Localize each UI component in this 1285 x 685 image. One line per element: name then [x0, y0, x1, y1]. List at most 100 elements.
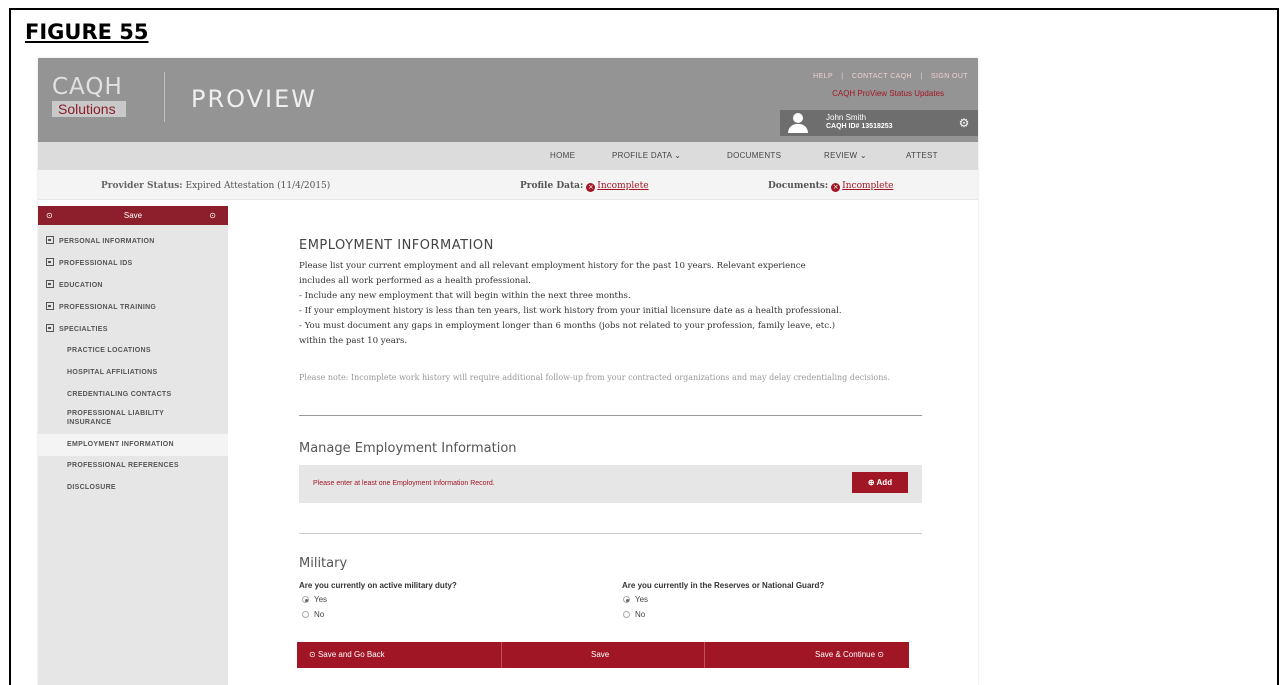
add-button[interactable]: ⊕ Add	[852, 472, 908, 493]
sidebar-item-professional-liability[interactable]: PROFESSIONAL LIABILITY INSURANCE	[38, 409, 228, 427]
sidebar-item-specialties[interactable]: SPECIALTIES	[38, 324, 228, 334]
nav-attest[interactable]: ATTEST	[906, 151, 938, 160]
sidebar-item-professional-training[interactable]: PROFESSIONAL TRAINING	[38, 302, 228, 312]
logo-divider	[164, 72, 165, 122]
provider-status-label: Provider Status:	[101, 181, 183, 191]
radio-empty-icon	[623, 611, 630, 618]
reserves-no-radio[interactable]: No	[623, 610, 645, 619]
active-duty-no-radio[interactable]: No	[302, 610, 324, 619]
gear-icon[interactable]: ⚙	[950, 110, 978, 136]
sidebar-item-professional-references[interactable]: PROFESSIONAL REFERENCES	[38, 461, 228, 470]
contact-link[interactable]: CONTACT CAQH	[852, 73, 912, 80]
divider	[299, 533, 922, 534]
profile-status-label: Profile Data:	[520, 181, 584, 191]
radio-label: No	[314, 610, 325, 619]
expand-icon	[46, 302, 54, 310]
active-duty-yes-radio[interactable]: Yes	[302, 595, 327, 604]
reserves-yes-radio[interactable]: Yes	[623, 595, 648, 604]
chevron-right-icon[interactable]: ⊙	[209, 206, 216, 225]
button-label: Save & Continue	[815, 650, 876, 659]
documents-incomplete-link[interactable]: Incomplete	[842, 181, 893, 191]
chevron-right-icon: ⊙	[875, 650, 884, 659]
sidebar-item-personal-information[interactable]: PERSONAL INFORMATION	[38, 236, 228, 246]
user-box[interactable]: John Smith CAQH ID# 13518253	[780, 110, 950, 136]
sidebar-item-hospital-affiliations[interactable]: HOSPITAL AFFILIATIONS	[38, 368, 228, 377]
divider	[501, 642, 502, 668]
chevron-left-icon: ⊙	[309, 650, 318, 659]
sidebar-item-label: PROFESSIONAL TRAINING	[59, 304, 157, 311]
radio-empty-icon	[302, 611, 309, 618]
expand-icon	[46, 236, 54, 244]
app-header: CAQH Solutions PROVIEW HELP | CONTACT CA…	[38, 58, 978, 142]
instruction-line: includes all work performed as a health …	[299, 276, 531, 286]
provider-status-value: Expired Attestation (11/4/2015)	[185, 181, 331, 191]
save-and-go-back-button[interactable]: ⊙ Save and Go Back	[309, 642, 385, 668]
user-id: CAQH ID# 13518253	[826, 123, 893, 130]
sidebar: ⊙ Save ⊙ PERSONAL INFORMATION PROFESSION…	[38, 206, 228, 685]
nav-profile-data[interactable]: PROFILE DATA ⌄	[612, 151, 681, 160]
radio-label: Yes	[314, 595, 328, 604]
profile-incomplete-link[interactable]: Incomplete	[597, 181, 648, 191]
sidebar-item-label: EDUCATION	[59, 282, 103, 289]
profile-status: Profile Data: × Incomplete	[520, 181, 649, 192]
user-name: John Smith	[826, 113, 867, 122]
main-content: EMPLOYMENT INFORMATION Please list your …	[228, 200, 978, 685]
status-updates-link[interactable]: CAQH ProView Status Updates	[832, 89, 944, 98]
documents-status-label: Documents:	[768, 181, 829, 191]
sidebar-item-label: SPECIALTIES	[59, 326, 108, 333]
warning-box: Please enter at least one Employment Inf…	[299, 465, 922, 503]
nav-home[interactable]: HOME	[550, 151, 575, 160]
help-link[interactable]: HELP	[813, 73, 833, 80]
radio-label: Yes	[635, 595, 649, 604]
sidebar-item-practice-locations[interactable]: PRACTICE LOCATIONS	[38, 346, 228, 355]
main-nav: HOME PROFILE DATA ⌄ DOCUMENTS REVIEW ⌄ A…	[38, 142, 978, 170]
chevron-left-icon[interactable]: ⊙	[46, 206, 53, 225]
sidebar-item-employment-information[interactable]: EMPLOYMENT INFORMATION	[38, 434, 228, 456]
radio-label: No	[635, 610, 646, 619]
note-text: Please note: Incomplete work history wil…	[299, 373, 891, 382]
nav-documents[interactable]: DOCUMENTS	[727, 151, 781, 160]
save-button[interactable]: Save	[591, 642, 609, 668]
divider	[704, 642, 705, 668]
radio-selected-icon	[623, 596, 630, 603]
instruction-line: Please list your current employment and …	[299, 261, 806, 271]
sidebar-item-professional-ids[interactable]: PROFESSIONAL IDS	[38, 258, 228, 268]
expand-icon	[46, 280, 54, 288]
page-title: EMPLOYMENT INFORMATION	[299, 238, 494, 253]
question-active-duty: Are you currently on active military dut…	[299, 581, 457, 590]
sign-out-link[interactable]: SIGN OUT	[931, 73, 968, 80]
plus-icon: ⊕	[867, 478, 877, 487]
link-separator: |	[841, 73, 844, 80]
sidebar-item-label: INSURANCE	[67, 419, 112, 426]
instruction-line: - Include any new employment that will b…	[299, 291, 631, 301]
error-icon: ×	[586, 183, 596, 192]
status-bar: Provider Status: Expired Attestation (11…	[38, 170, 978, 200]
sidebar-save-button[interactable]: ⊙ Save ⊙	[38, 206, 228, 225]
nav-review[interactable]: REVIEW ⌄	[824, 151, 867, 160]
radio-selected-icon	[302, 596, 309, 603]
expand-icon	[46, 258, 54, 266]
sidebar-save-label: Save	[123, 211, 143, 220]
section-title-manage: Manage Employment Information	[299, 441, 517, 456]
figure-label: FIGURE 55	[25, 20, 149, 44]
provider-status: Provider Status: Expired Attestation (11…	[101, 181, 330, 191]
instructions: Please list your current employment and …	[299, 259, 939, 349]
add-button-label: Add	[876, 478, 893, 487]
logo-main: CAQH	[52, 74, 123, 100]
divider	[299, 415, 922, 416]
documents-status: Documents: × Incomplete	[768, 181, 893, 192]
warning-text: Please enter at least one Employment Inf…	[313, 480, 495, 487]
sidebar-item-label: PROFESSIONAL LIABILITY	[67, 410, 165, 417]
sidebar-item-label: PERSONAL INFORMATION	[59, 238, 155, 245]
caqh-logo[interactable]: CAQH Solutions	[38, 58, 171, 142]
section-title-military: Military	[299, 556, 348, 571]
sidebar-item-education[interactable]: EDUCATION	[38, 280, 228, 290]
expand-icon	[46, 324, 54, 332]
product-name: PROVIEW	[191, 85, 318, 113]
sidebar-item-disclosure[interactable]: DISCLOSURE	[38, 483, 228, 492]
save-and-continue-button[interactable]: Save & Continue ⊙	[815, 642, 884, 668]
button-label: Save and Go Back	[317, 650, 385, 659]
sidebar-item-label: PROFESSIONAL IDS	[59, 260, 133, 267]
sidebar-item-credentialing-contacts[interactable]: CREDENTIALING CONTACTS	[38, 390, 228, 399]
avatar-icon	[787, 113, 809, 133]
